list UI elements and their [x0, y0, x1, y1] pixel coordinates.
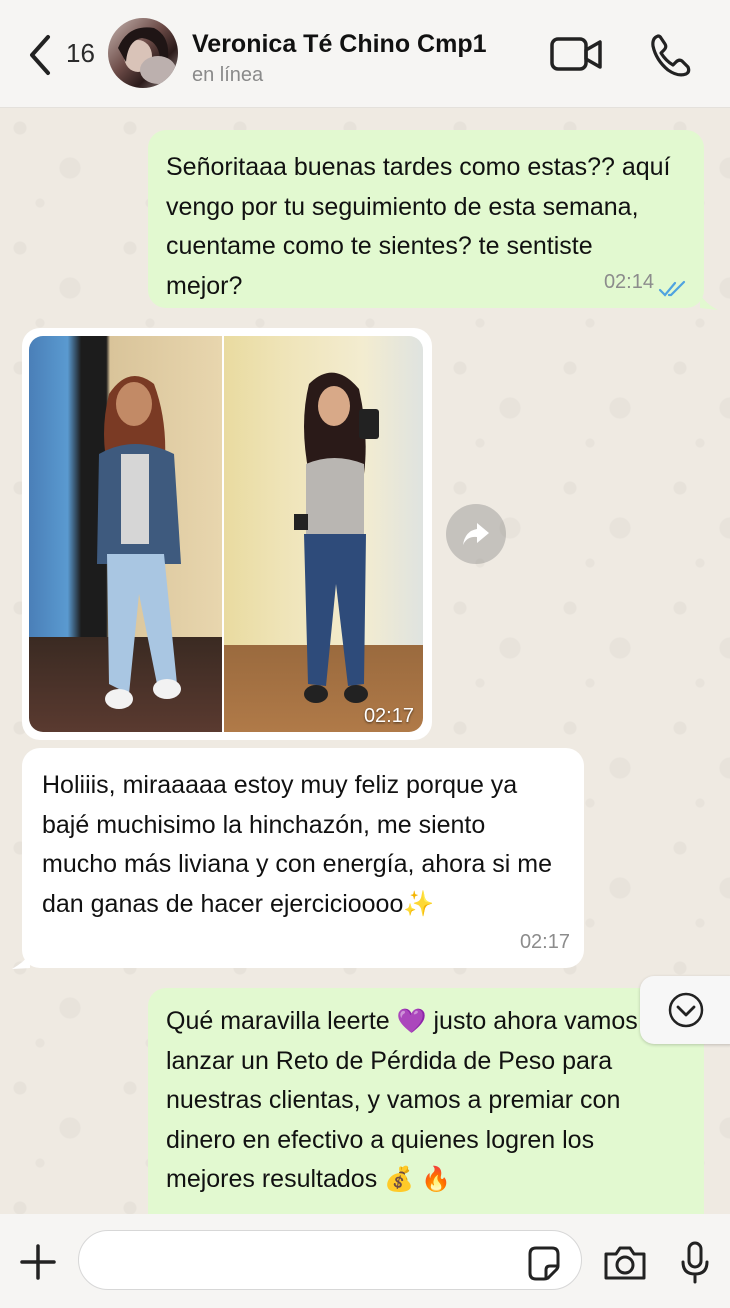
sticker-icon[interactable]	[524, 1244, 562, 1282]
forward-button[interactable]	[446, 504, 506, 564]
bubble-tail	[700, 294, 718, 310]
message-text: Señoritaaa buenas tardes como estas?? aq…	[166, 153, 671, 300]
forward-icon	[463, 523, 489, 545]
message-text-part1: Qué maravilla leerte	[166, 1007, 397, 1035]
chevron-down-circle-icon	[668, 992, 704, 1028]
microphone-icon[interactable]	[678, 1240, 712, 1286]
outgoing-message[interactable]: Qué maravilla leerte 💜 justo ahora vamos…	[148, 988, 704, 1214]
message-time: 02:17	[363, 705, 414, 727]
message-text: Holiiis, miraaaaa estoy muy feliz porque…	[42, 771, 552, 918]
contact-name[interactable]: Veronica Té Chino Cmp1	[192, 30, 487, 59]
read-ticks-icon	[658, 280, 686, 297]
unread-count[interactable]: 16	[66, 38, 95, 69]
money-bag-emoji: 💰	[384, 1165, 415, 1193]
photo-after[interactable]	[224, 336, 423, 732]
contact-status: en línea	[192, 64, 264, 86]
chevron-left-icon	[30, 35, 50, 75]
photo-before[interactable]	[29, 336, 222, 732]
camera-icon[interactable]	[602, 1244, 648, 1282]
composer-bar	[0, 1214, 730, 1308]
message-time: 02:14	[603, 270, 654, 293]
incoming-message[interactable]: Holiiis, miraaaaa estoy muy feliz porque…	[22, 748, 584, 968]
avatar[interactable]	[108, 18, 178, 88]
image-message[interactable]: 02:17	[22, 328, 432, 740]
chat-header: 16 Veronica Té Chino Cmp1 en línea	[0, 0, 730, 108]
chat-area[interactable]: Señoritaaa buenas tardes como estas?? aq…	[0, 108, 730, 1214]
phone-call-icon[interactable]	[646, 30, 694, 80]
outgoing-message[interactable]: Señoritaaa buenas tardes como estas?? aq…	[148, 130, 704, 308]
message-time: 02:17	[519, 930, 570, 953]
avatar-photo	[118, 27, 176, 84]
scroll-to-bottom-button[interactable]	[640, 976, 730, 1044]
person-figure	[294, 372, 379, 703]
back-button[interactable]	[26, 30, 66, 80]
purple-heart-emoji: 💜	[396, 1007, 427, 1035]
bubble-tail	[12, 954, 30, 969]
plus-icon[interactable]	[18, 1242, 58, 1282]
video-call-icon[interactable]	[548, 30, 604, 80]
person-figure	[97, 376, 181, 709]
message-input[interactable]	[78, 1230, 582, 1290]
fire-emoji: 🔥	[421, 1165, 451, 1193]
